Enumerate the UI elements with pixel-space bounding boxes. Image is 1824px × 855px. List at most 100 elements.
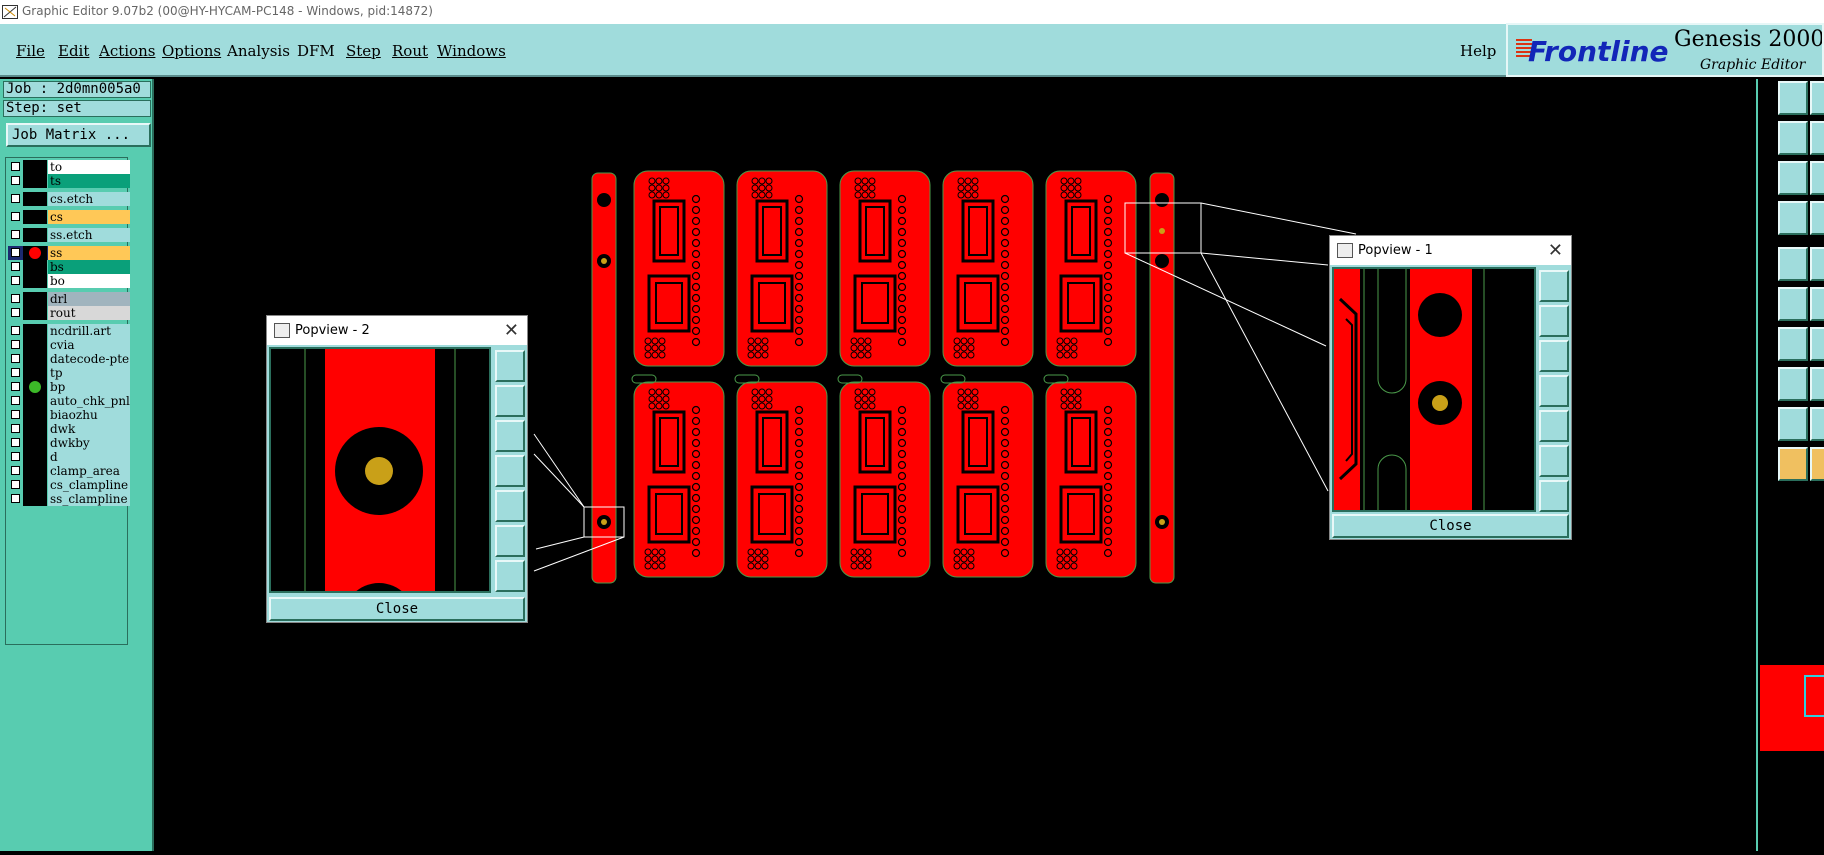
layer-checkbox[interactable] (11, 176, 20, 185)
layer-name[interactable]: to (48, 160, 130, 174)
layer-name[interactable]: bo (48, 274, 130, 288)
menu-analysis[interactable]: Analysis (227, 42, 290, 60)
popview-tool-button[interactable] (495, 525, 525, 557)
layer-row-bo[interactable]: bo (8, 274, 130, 288)
layer-name[interactable]: cs_clampline (48, 478, 130, 492)
connect-tool-icon[interactable] (1778, 287, 1808, 321)
layer-name[interactable]: tp (48, 366, 130, 380)
layer-name[interactable]: ss (48, 246, 130, 260)
layer-name[interactable]: biaozhu (48, 408, 130, 422)
layer-name[interactable]: ss.etch (48, 228, 130, 242)
layer-row-cs-clampline[interactable]: cs_clampline (8, 478, 130, 492)
layer-color-swatch[interactable] (23, 274, 47, 288)
layer-row-to[interactable]: to (8, 160, 130, 174)
layer-name[interactable]: bs (48, 260, 130, 274)
pad-tool-icon[interactable] (1778, 247, 1808, 281)
layer-name[interactable]: dwkby (48, 436, 130, 450)
zoom-icon[interactable] (1810, 161, 1824, 195)
layer-color-swatch[interactable] (23, 228, 47, 242)
popview-tool-button[interactable] (1539, 480, 1569, 512)
toolbar-button-1[interactable] (1778, 81, 1808, 115)
layer-color-swatch[interactable] (23, 450, 47, 464)
layer-color-swatch[interactable] (23, 174, 47, 188)
select-area-icon[interactable] (1810, 447, 1824, 481)
layer-row-ncdrill-art[interactable]: ncdrill.art (8, 324, 130, 338)
cross-tool-icon[interactable] (1810, 287, 1824, 321)
measure-tool-icon[interactable] (1810, 367, 1824, 401)
layer-row-bs[interactable]: bs (8, 260, 130, 274)
popview-tool-button[interactable] (1539, 410, 1569, 442)
layer-row-tp[interactable]: tp (8, 366, 130, 380)
layer-row-ts[interactable]: ts (8, 174, 130, 188)
close-icon[interactable]: ✕ (1548, 236, 1563, 265)
popview-tool-button[interactable] (495, 560, 525, 592)
menu-step[interactable]: Step (346, 42, 381, 60)
popview-tool-button[interactable] (495, 420, 525, 452)
angle-tool-icon[interactable] (1778, 327, 1808, 361)
layer-color-swatch[interactable] (23, 478, 47, 492)
triangle-tool-icon[interactable] (1778, 407, 1808, 441)
layer-name[interactable]: bp (48, 380, 130, 394)
toolbar-button-3[interactable] (1778, 121, 1808, 155)
layer-color-swatch[interactable] (23, 338, 47, 352)
layer-row-clamp-area[interactable]: clamp_area (8, 464, 130, 478)
popview-tool-button[interactable] (1539, 270, 1569, 302)
layer-row-drl[interactable]: drl (8, 292, 130, 306)
layer-checkbox[interactable] (11, 248, 20, 257)
popview-tool-button[interactable] (495, 350, 525, 382)
layer-color-swatch[interactable] (23, 366, 47, 380)
pin-icon[interactable] (1810, 201, 1824, 235)
layer-name[interactable]: cs (48, 210, 130, 224)
layer-row-datecode-pte[interactable]: datecode-pte (8, 352, 130, 366)
menu-help[interactable]: Help (1460, 42, 1496, 60)
layer-checkbox[interactable] (11, 368, 20, 377)
layer-checkbox[interactable] (11, 194, 20, 203)
overview-map[interactable] (1760, 665, 1824, 751)
layer-checkbox[interactable] (11, 326, 20, 335)
layer-color-swatch[interactable] (23, 292, 47, 306)
layer-name[interactable]: dwk (48, 422, 130, 436)
layer-checkbox[interactable] (11, 466, 20, 475)
layer-row-rout[interactable]: rout (8, 306, 130, 320)
layer-color-swatch[interactable] (23, 352, 47, 366)
slope-tool-icon[interactable] (1810, 327, 1824, 361)
popview-tool-button[interactable] (1539, 445, 1569, 477)
layer-checkbox[interactable] (11, 354, 20, 363)
popview-1-close-button[interactable]: Close (1332, 514, 1569, 538)
popview-tool-button[interactable] (1539, 375, 1569, 407)
menu-options[interactable]: Options (162, 42, 221, 60)
popview-2-view[interactable] (269, 347, 491, 593)
layer-color-swatch[interactable] (23, 422, 47, 436)
popview-1-view[interactable] (1332, 267, 1536, 512)
close-icon[interactable]: ✕ (504, 316, 519, 345)
layer-row-cvia[interactable]: cvia (8, 338, 130, 352)
toolbar-button-4[interactable] (1810, 121, 1824, 155)
menu-dfm[interactable]: DFM (297, 42, 335, 60)
layer-row-cs[interactable]: cs (8, 210, 130, 224)
layer-checkbox[interactable] (11, 230, 20, 239)
layer-checkbox[interactable] (11, 212, 20, 221)
layer-checkbox[interactable] (11, 308, 20, 317)
layer-row-auto-chk-pnl[interactable]: auto_chk_pnl (8, 394, 130, 408)
menu-file[interactable]: File (16, 42, 45, 60)
layer-row-bp[interactable]: bp (8, 380, 130, 394)
layer-checkbox[interactable] (11, 382, 20, 391)
layer-row-ss[interactable]: ss (8, 246, 130, 260)
popview-tool-button[interactable] (1539, 340, 1569, 372)
layer-name[interactable]: ss_clampline (48, 492, 130, 506)
layer-row-biaozhu[interactable]: biaozhu (8, 408, 130, 422)
layer-color-swatch[interactable] (23, 306, 47, 320)
popview-tool-button[interactable] (1539, 305, 1569, 337)
layer-checkbox[interactable] (11, 438, 20, 447)
layer-checkbox[interactable] (11, 452, 20, 461)
layer-checkbox[interactable] (11, 410, 20, 419)
layer-color-swatch[interactable] (23, 210, 47, 224)
layer-name[interactable]: datecode-pte (48, 352, 130, 366)
popview-tool-button[interactable] (495, 490, 525, 522)
layer-row-ss-clampline[interactable]: ss_clampline (8, 492, 130, 506)
layer-name[interactable]: clamp_area (48, 464, 130, 478)
layer-row-d[interactable]: d (8, 450, 130, 464)
layer-row-ss-etch[interactable]: ss.etch (8, 228, 130, 242)
layer-name[interactable]: drl (48, 292, 130, 306)
layer-color-swatch[interactable] (23, 160, 47, 174)
